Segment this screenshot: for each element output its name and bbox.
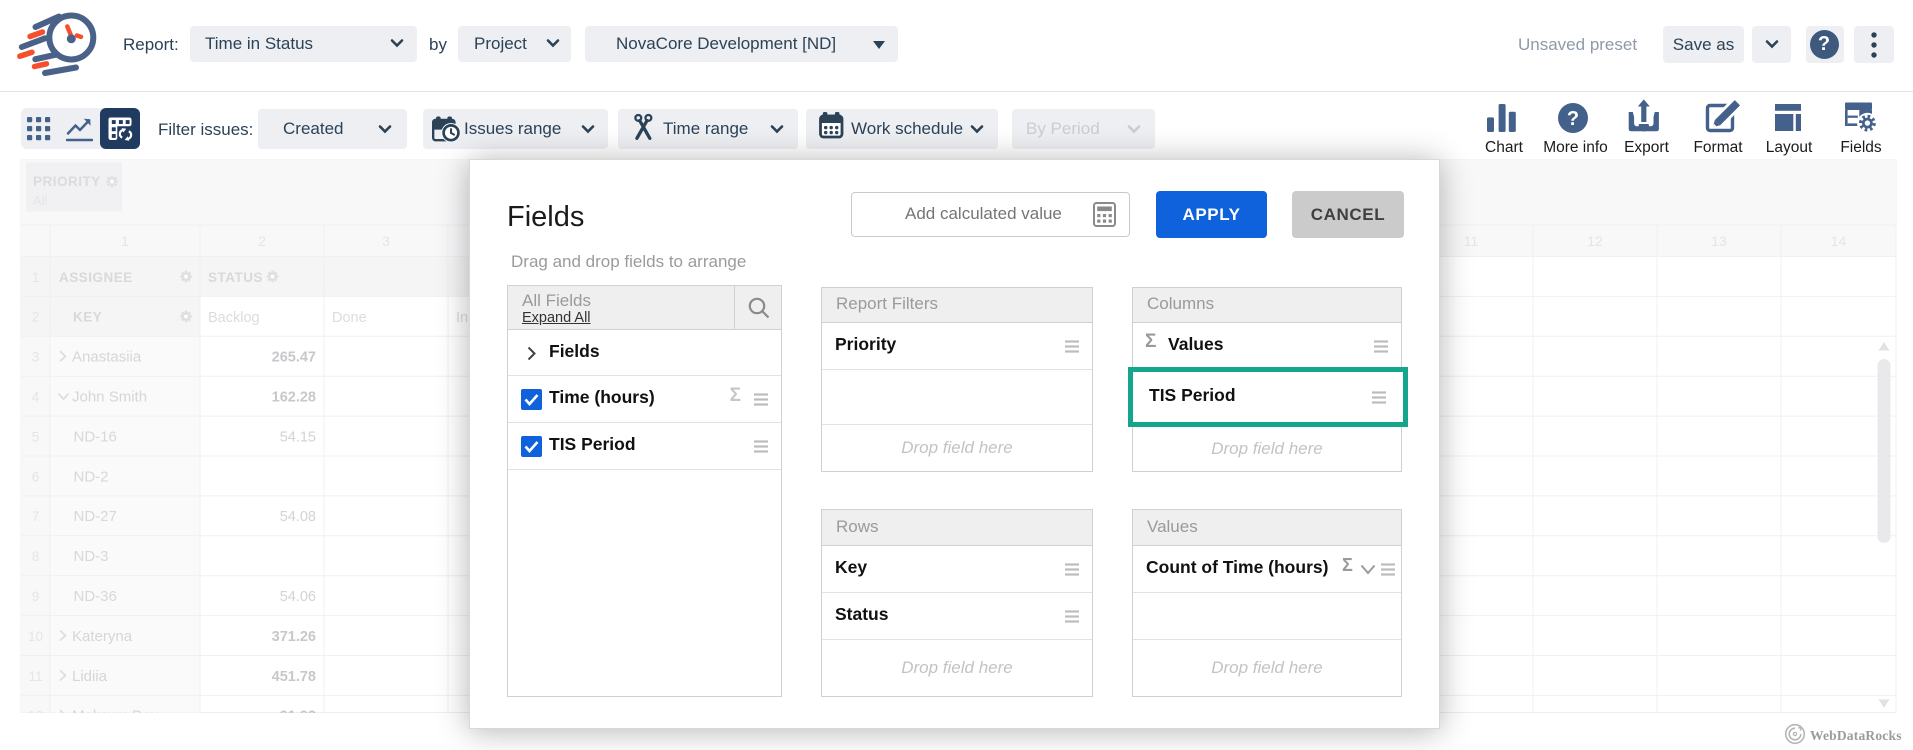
svg-text:7: 7 [32,509,40,524]
svg-text:ND-2: ND-2 [74,468,109,485]
svg-text:5: 5 [32,429,40,444]
svg-text:9: 9 [32,589,40,604]
svg-text:Kateryna: Kateryna [72,628,133,645]
svg-text:2: 2 [32,310,40,325]
svg-text:ND-36: ND-36 [74,588,117,605]
svg-text:Done: Done [332,310,367,326]
svg-text:10: 10 [28,629,43,644]
svg-text:2: 2 [258,233,266,249]
svg-text:91.92: 91.92 [280,709,316,713]
svg-text:265.47: 265.47 [272,350,316,366]
svg-text:Lidiia: Lidiia [72,668,108,685]
svg-text:3: 3 [382,233,390,249]
svg-text:54.06: 54.06 [280,589,316,605]
svg-text:162.28: 162.28 [272,390,316,406]
svg-text:1: 1 [121,233,129,249]
svg-text:14: 14 [1831,233,1847,249]
svg-text:Maksym Dev: Maksym Dev [72,708,159,713]
svg-text:ND-3: ND-3 [74,548,109,565]
svg-text:6: 6 [32,469,40,484]
svg-text:12: 12 [1587,233,1603,249]
svg-text:13: 13 [1711,233,1727,249]
svg-text:11: 11 [1464,233,1479,249]
svg-text:All: All [33,193,48,208]
svg-text:Backlog: Backlog [208,310,260,326]
svg-text:8: 8 [32,549,40,564]
svg-text:54.08: 54.08 [280,509,316,525]
svg-text:371.26: 371.26 [272,629,316,645]
svg-text:11: 11 [28,669,42,684]
svg-text:4: 4 [32,390,40,405]
svg-text:KEY: KEY [73,310,102,325]
svg-text:54.15: 54.15 [280,429,316,445]
svg-text:John Smith: John Smith [72,389,147,406]
svg-text:STATUS: STATUS [208,270,263,285]
svg-text:ND-16: ND-16 [74,428,117,445]
svg-text:PRIORITY: PRIORITY [33,174,101,189]
svg-text:451.78: 451.78 [272,669,316,685]
svg-text:1: 1 [32,270,40,285]
svg-text:Anastasiia: Anastasiia [72,349,142,366]
svg-text:ND-27: ND-27 [74,508,117,525]
svg-text:ASSIGNEE: ASSIGNEE [59,270,133,285]
svg-text:12: 12 [28,709,43,713]
svg-text:3: 3 [32,350,40,365]
